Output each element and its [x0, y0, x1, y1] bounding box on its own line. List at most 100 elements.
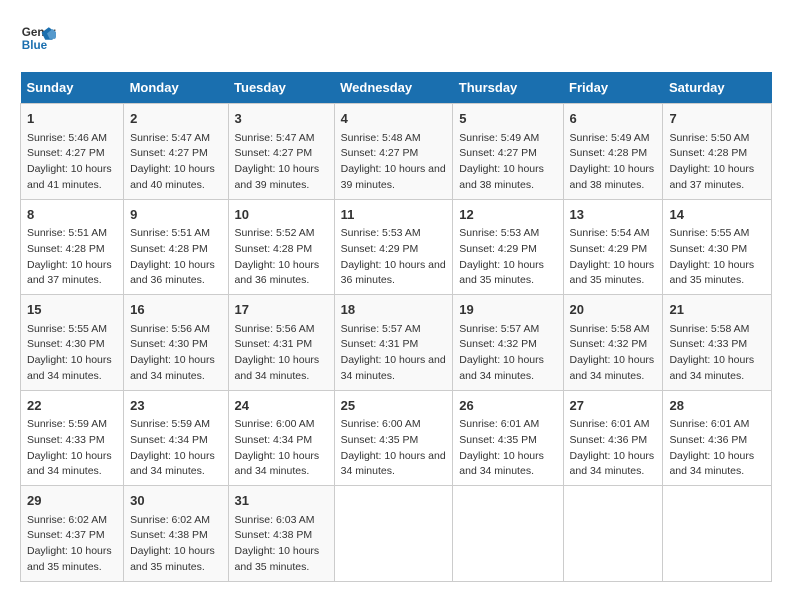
- day-number: 20: [570, 300, 657, 320]
- calendar-cell: 1Sunrise: 5:46 AMSunset: 4:27 PMDaylight…: [21, 104, 124, 200]
- calendar-cell: 16Sunrise: 5:56 AMSunset: 4:30 PMDayligh…: [124, 295, 228, 391]
- calendar-cell: 27Sunrise: 6:01 AMSunset: 4:36 PMDayligh…: [563, 390, 663, 486]
- day-number: 17: [235, 300, 328, 320]
- calendar-cell: 6Sunrise: 5:49 AMSunset: 4:28 PMDaylight…: [563, 104, 663, 200]
- cell-info: Sunrise: 5:55 AMSunset: 4:30 PMDaylight:…: [669, 226, 765, 289]
- cell-info: Sunrise: 6:02 AMSunset: 4:37 PMDaylight:…: [27, 513, 117, 576]
- weekday-header-wednesday: Wednesday: [334, 72, 453, 104]
- calendar-cell: 31Sunrise: 6:03 AMSunset: 4:38 PMDayligh…: [228, 486, 334, 582]
- calendar-cell: 18Sunrise: 5:57 AMSunset: 4:31 PMDayligh…: [334, 295, 453, 391]
- calendar-cell: 28Sunrise: 6:01 AMSunset: 4:36 PMDayligh…: [663, 390, 772, 486]
- logo: General Blue: [20, 20, 64, 56]
- cell-info: Sunrise: 5:56 AMSunset: 4:30 PMDaylight:…: [130, 322, 221, 385]
- cell-info: Sunrise: 5:59 AMSunset: 4:33 PMDaylight:…: [27, 417, 117, 480]
- weekday-header-friday: Friday: [563, 72, 663, 104]
- calendar-cell: 23Sunrise: 5:59 AMSunset: 4:34 PMDayligh…: [124, 390, 228, 486]
- day-number: 4: [341, 109, 447, 129]
- page-header: General Blue: [20, 20, 772, 56]
- day-number: 24: [235, 396, 328, 416]
- cell-info: Sunrise: 5:55 AMSunset: 4:30 PMDaylight:…: [27, 322, 117, 385]
- weekday-header-sunday: Sunday: [21, 72, 124, 104]
- calendar-cell: 20Sunrise: 5:58 AMSunset: 4:32 PMDayligh…: [563, 295, 663, 391]
- calendar-cell: 12Sunrise: 5:53 AMSunset: 4:29 PMDayligh…: [453, 199, 563, 295]
- day-number: 31: [235, 491, 328, 511]
- day-number: 28: [669, 396, 765, 416]
- cell-info: Sunrise: 6:03 AMSunset: 4:38 PMDaylight:…: [235, 513, 328, 576]
- cell-info: Sunrise: 5:54 AMSunset: 4:29 PMDaylight:…: [570, 226, 657, 289]
- cell-info: Sunrise: 6:00 AMSunset: 4:34 PMDaylight:…: [235, 417, 328, 480]
- day-number: 21: [669, 300, 765, 320]
- calendar-cell: 22Sunrise: 5:59 AMSunset: 4:33 PMDayligh…: [21, 390, 124, 486]
- day-number: 26: [459, 396, 556, 416]
- calendar-cell: 29Sunrise: 6:02 AMSunset: 4:37 PMDayligh…: [21, 486, 124, 582]
- cell-info: Sunrise: 5:47 AMSunset: 4:27 PMDaylight:…: [130, 131, 221, 194]
- cell-info: Sunrise: 5:51 AMSunset: 4:28 PMDaylight:…: [130, 226, 221, 289]
- calendar-cell: 7Sunrise: 5:50 AMSunset: 4:28 PMDaylight…: [663, 104, 772, 200]
- cell-info: Sunrise: 5:51 AMSunset: 4:28 PMDaylight:…: [27, 226, 117, 289]
- calendar-cell: [563, 486, 663, 582]
- cell-info: Sunrise: 6:01 AMSunset: 4:35 PMDaylight:…: [459, 417, 556, 480]
- day-number: 7: [669, 109, 765, 129]
- cell-info: Sunrise: 5:57 AMSunset: 4:32 PMDaylight:…: [459, 322, 556, 385]
- calendar-cell: 14Sunrise: 5:55 AMSunset: 4:30 PMDayligh…: [663, 199, 772, 295]
- calendar-cell: 9Sunrise: 5:51 AMSunset: 4:28 PMDaylight…: [124, 199, 228, 295]
- cell-info: Sunrise: 5:59 AMSunset: 4:34 PMDaylight:…: [130, 417, 221, 480]
- day-number: 8: [27, 205, 117, 225]
- calendar-cell: [334, 486, 453, 582]
- calendar-cell: 30Sunrise: 6:02 AMSunset: 4:38 PMDayligh…: [124, 486, 228, 582]
- cell-info: Sunrise: 5:58 AMSunset: 4:32 PMDaylight:…: [570, 322, 657, 385]
- svg-text:Blue: Blue: [22, 39, 48, 52]
- weekday-header-tuesday: Tuesday: [228, 72, 334, 104]
- cell-info: Sunrise: 5:53 AMSunset: 4:29 PMDaylight:…: [459, 226, 556, 289]
- day-number: 25: [341, 396, 447, 416]
- cell-info: Sunrise: 5:50 AMSunset: 4:28 PMDaylight:…: [669, 131, 765, 194]
- day-number: 10: [235, 205, 328, 225]
- day-number: 3: [235, 109, 328, 129]
- cell-info: Sunrise: 5:53 AMSunset: 4:29 PMDaylight:…: [341, 226, 447, 289]
- cell-info: Sunrise: 5:46 AMSunset: 4:27 PMDaylight:…: [27, 131, 117, 194]
- weekday-header-saturday: Saturday: [663, 72, 772, 104]
- day-number: 14: [669, 205, 765, 225]
- cell-info: Sunrise: 5:58 AMSunset: 4:33 PMDaylight:…: [669, 322, 765, 385]
- day-number: 18: [341, 300, 447, 320]
- cell-info: Sunrise: 5:49 AMSunset: 4:28 PMDaylight:…: [570, 131, 657, 194]
- calendar-cell: [663, 486, 772, 582]
- day-number: 15: [27, 300, 117, 320]
- calendar-cell: 15Sunrise: 5:55 AMSunset: 4:30 PMDayligh…: [21, 295, 124, 391]
- cell-info: Sunrise: 6:01 AMSunset: 4:36 PMDaylight:…: [669, 417, 765, 480]
- day-number: 6: [570, 109, 657, 129]
- cell-info: Sunrise: 5:47 AMSunset: 4:27 PMDaylight:…: [235, 131, 328, 194]
- calendar-cell: 25Sunrise: 6:00 AMSunset: 4:35 PMDayligh…: [334, 390, 453, 486]
- cell-info: Sunrise: 5:56 AMSunset: 4:31 PMDaylight:…: [235, 322, 328, 385]
- day-number: 2: [130, 109, 221, 129]
- calendar-cell: 2Sunrise: 5:47 AMSunset: 4:27 PMDaylight…: [124, 104, 228, 200]
- day-number: 23: [130, 396, 221, 416]
- day-number: 9: [130, 205, 221, 225]
- cell-info: Sunrise: 6:02 AMSunset: 4:38 PMDaylight:…: [130, 513, 221, 576]
- day-number: 12: [459, 205, 556, 225]
- day-number: 22: [27, 396, 117, 416]
- day-number: 13: [570, 205, 657, 225]
- day-number: 1: [27, 109, 117, 129]
- calendar-cell: 24Sunrise: 6:00 AMSunset: 4:34 PMDayligh…: [228, 390, 334, 486]
- calendar-cell: 5Sunrise: 5:49 AMSunset: 4:27 PMDaylight…: [453, 104, 563, 200]
- calendar-table: SundayMondayTuesdayWednesdayThursdayFrid…: [20, 72, 772, 582]
- weekday-header-monday: Monday: [124, 72, 228, 104]
- day-number: 29: [27, 491, 117, 511]
- cell-info: Sunrise: 5:49 AMSunset: 4:27 PMDaylight:…: [459, 131, 556, 194]
- calendar-cell: 4Sunrise: 5:48 AMSunset: 4:27 PMDaylight…: [334, 104, 453, 200]
- cell-info: Sunrise: 5:57 AMSunset: 4:31 PMDaylight:…: [341, 322, 447, 385]
- calendar-cell: 21Sunrise: 5:58 AMSunset: 4:33 PMDayligh…: [663, 295, 772, 391]
- calendar-cell: 10Sunrise: 5:52 AMSunset: 4:28 PMDayligh…: [228, 199, 334, 295]
- calendar-cell: 17Sunrise: 5:56 AMSunset: 4:31 PMDayligh…: [228, 295, 334, 391]
- calendar-cell: 8Sunrise: 5:51 AMSunset: 4:28 PMDaylight…: [21, 199, 124, 295]
- weekday-header-thursday: Thursday: [453, 72, 563, 104]
- calendar-cell: 26Sunrise: 6:01 AMSunset: 4:35 PMDayligh…: [453, 390, 563, 486]
- calendar-cell: 11Sunrise: 5:53 AMSunset: 4:29 PMDayligh…: [334, 199, 453, 295]
- calendar-cell: 13Sunrise: 5:54 AMSunset: 4:29 PMDayligh…: [563, 199, 663, 295]
- day-number: 16: [130, 300, 221, 320]
- calendar-cell: 19Sunrise: 5:57 AMSunset: 4:32 PMDayligh…: [453, 295, 563, 391]
- logo-icon: General Blue: [20, 20, 56, 56]
- day-number: 30: [130, 491, 221, 511]
- cell-info: Sunrise: 6:01 AMSunset: 4:36 PMDaylight:…: [570, 417, 657, 480]
